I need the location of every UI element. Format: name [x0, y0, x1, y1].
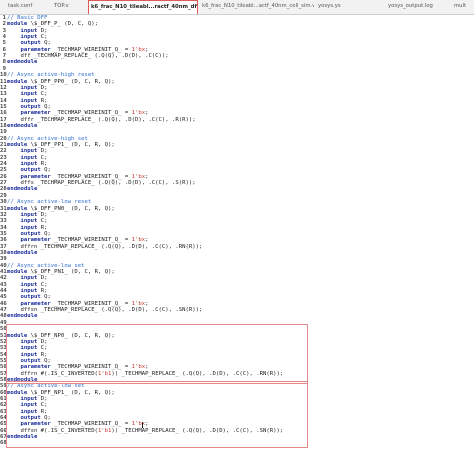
tab-7[interactable]: mult	[452, 0, 474, 14]
tab-bar: task.conf TOP.v k6_frac_N10_tileabl...ract…	[0, 0, 474, 15]
code-line[interactable]: 68	[0, 440, 474, 447]
tab-3[interactable]: k6_frac_N10_tileabl...ractf_40nm_dff_map…	[88, 0, 198, 14]
tab-5[interactable]: yosys.ys	[316, 0, 384, 14]
tab-1[interactable]: task.conf	[6, 0, 50, 14]
line-number: 68	[0, 440, 7, 447]
tab-4[interactable]: k6_frac_N10_tileabl...actf_40nm_cell_sim…	[200, 0, 314, 14]
tab-6[interactable]: yosys_output.log	[386, 0, 450, 14]
tab-2[interactable]: TOP.v	[52, 0, 86, 14]
text-cursor	[142, 421, 143, 428]
code-editor[interactable]: 1// Basic DFF 2 module \$_DFF_P_ (D, C, Q)…	[0, 15, 474, 451]
